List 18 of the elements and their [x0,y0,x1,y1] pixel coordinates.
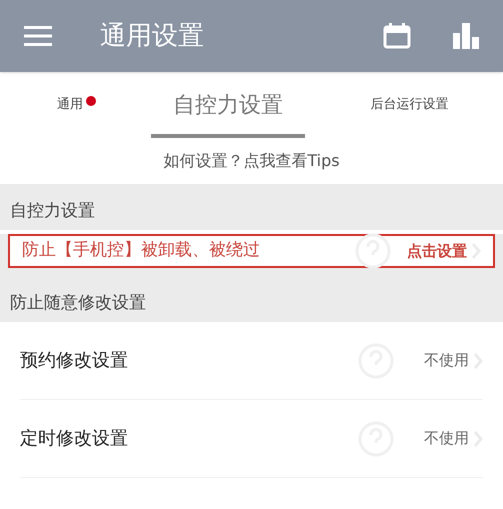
row-label: 预约修改设置 [20,349,128,373]
bar-chart-icon[interactable] [453,23,479,49]
tips-link[interactable]: 如何设置？点我查看Tips [163,149,340,173]
row-value: 不使用 [424,428,469,450]
section-header: 自控力设置 [10,200,95,222]
app-bar-title: 通用设置 [100,20,204,52]
menu-icon[interactable] [24,26,52,46]
tab[interactable]: 后台运行设置 [362,72,456,138]
row-label: 防止【手机控】被卸载、被绕过 [22,239,260,262]
row-value: 点击设置 [407,240,467,262]
section-header: 防止随意修改设置 [10,292,146,314]
settings-row[interactable]: 防止【手机控】被卸载、被绕过 点击设置 [8,234,495,268]
tab[interactable]: 自控力设置 [151,72,305,138]
help-icon[interactable] [355,233,391,269]
row-value: 不使用 [424,350,469,372]
row-label: 定时修改设置 [20,427,128,451]
calendar-icon[interactable] [383,23,411,49]
tab[interactable]: 通用 [49,72,91,138]
